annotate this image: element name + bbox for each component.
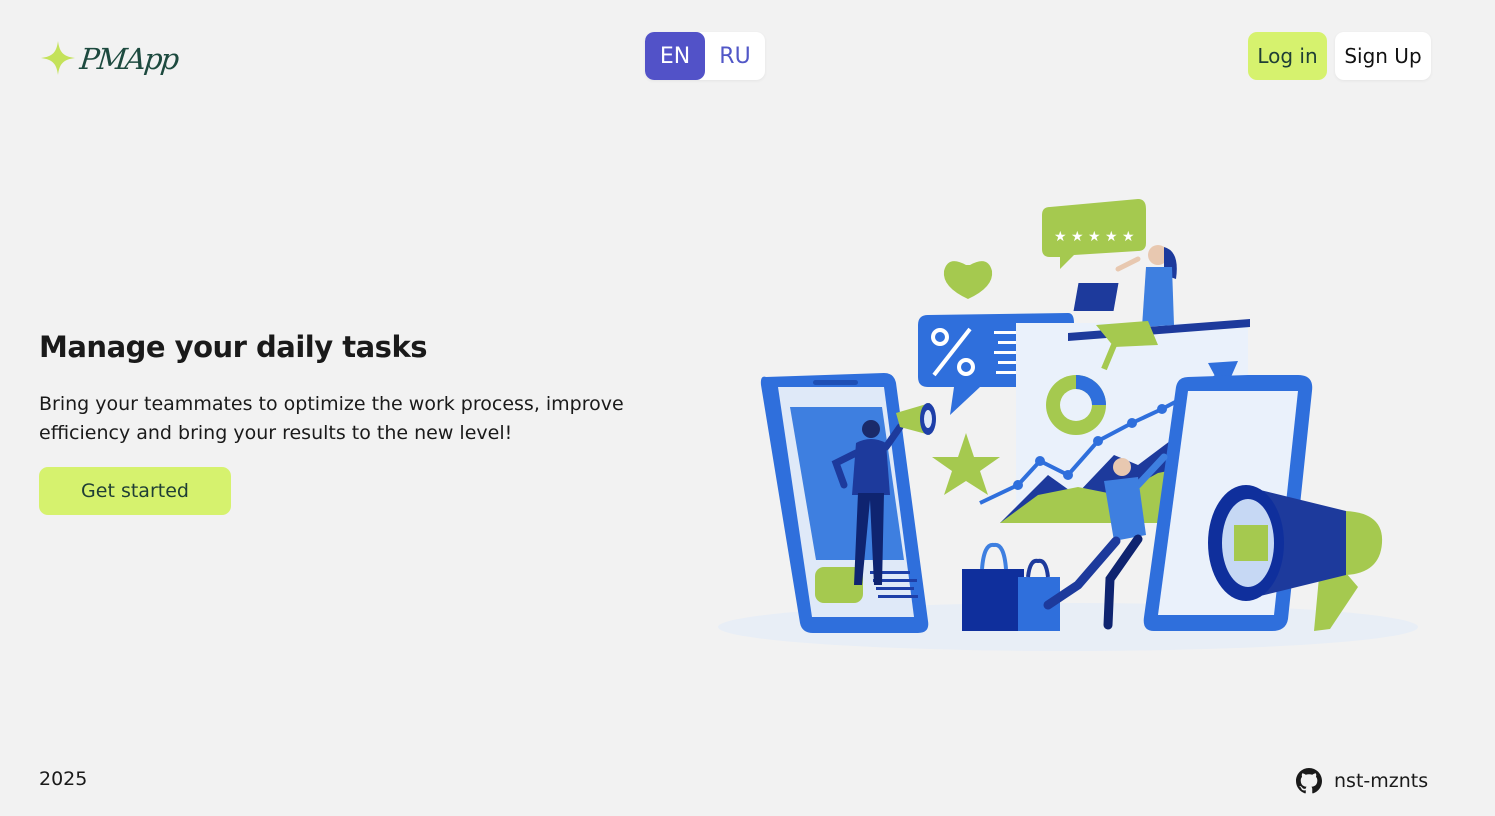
github-username: nst-mznts (1334, 770, 1429, 792)
auth-buttons: Log in Sign Up (1248, 32, 1431, 80)
heart-icon (943, 261, 993, 299)
hero-description: Bring your teammates to optimize the wor… (39, 393, 624, 444)
rating-stars-bubble-icon: ★ ★ ★ ★ ★ (1042, 199, 1146, 269)
signup-button[interactable]: Sign Up (1335, 32, 1431, 80)
github-link[interactable]: nst-mznts (1296, 768, 1428, 794)
language-switcher: EN RU (645, 32, 765, 80)
team-marketing-illustration: ★ ★ ★ ★ ★ (718, 199, 1418, 651)
site-header: PMApp EN RU Log in Sign Up (0, 0, 1495, 112)
svg-text:★ ★ ★ ★ ★: ★ ★ ★ ★ ★ (1054, 229, 1135, 245)
github-icon (1296, 768, 1322, 794)
lang-en-button[interactable]: EN (645, 32, 705, 80)
star-icon (932, 433, 1000, 495)
copyright-year: 2025 (39, 768, 88, 790)
logo-text: PMApp (78, 42, 180, 76)
shopping-bags-icon (962, 542, 1060, 631)
lang-ru-button[interactable]: RU (705, 32, 765, 80)
get-started-button[interactable]: Get started (39, 467, 231, 515)
logo[interactable]: PMApp (40, 38, 180, 78)
hero-title: Manage your daily tasks (39, 330, 428, 364)
sparkle-logo-icon (41, 41, 75, 75)
login-button[interactable]: Log in (1248, 32, 1327, 80)
